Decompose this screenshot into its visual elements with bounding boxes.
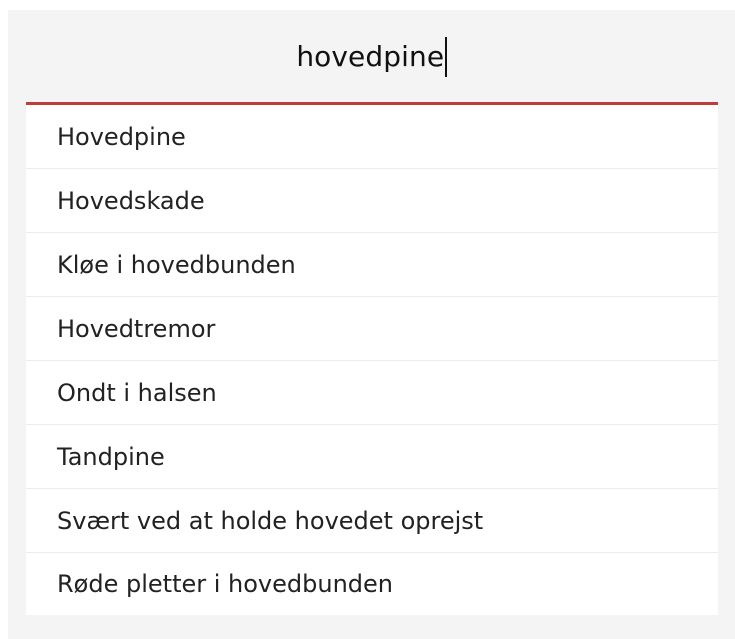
suggestion-item[interactable]: Ondt i halsen bbox=[26, 361, 718, 425]
search-query-value: hovedpine bbox=[296, 39, 445, 73]
symptom-search-panel: hovedpine Hovedpine Hovedskade Kløe i ho… bbox=[8, 10, 735, 639]
suggestion-list: Hovedpine Hovedskade Kløe i hovedbunden … bbox=[26, 105, 718, 615]
suggestion-item[interactable]: Svært ved at holde hovedet oprejst bbox=[26, 489, 718, 553]
text-caret bbox=[445, 36, 447, 77]
suggestion-item[interactable]: Hovedskade bbox=[26, 169, 718, 233]
suggestion-item[interactable]: Kløe i hovedbunden bbox=[26, 233, 718, 297]
search-query-text: hovedpine bbox=[296, 36, 447, 77]
suggestion-item[interactable]: Tandpine bbox=[26, 425, 718, 489]
suggestion-item[interactable]: Hovedpine bbox=[26, 105, 718, 169]
search-input[interactable]: hovedpine bbox=[8, 10, 735, 103]
suggestion-item[interactable]: Hovedtremor bbox=[26, 297, 718, 361]
suggestion-item[interactable]: Røde pletter i hovedbunden bbox=[26, 553, 718, 615]
